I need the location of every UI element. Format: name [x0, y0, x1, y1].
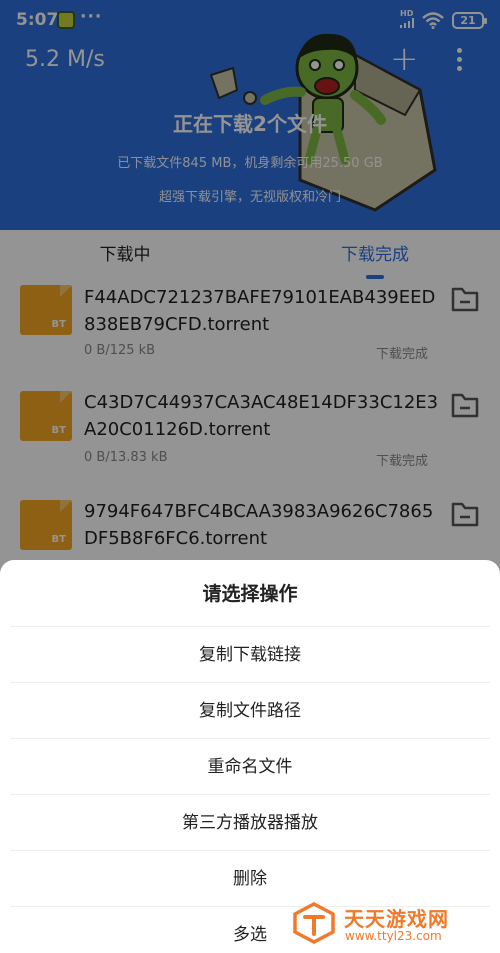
action-delete[interactable]: 删除	[10, 850, 490, 906]
action-copy-file-path[interactable]: 复制文件路径	[10, 682, 490, 738]
watermark: 天天游戏网 www.ttyl23.com	[292, 899, 492, 949]
action-sheet: 请选择操作 复制下载链接 复制文件路径 重命名文件 第三方播放器播放 删除 多选	[0, 560, 500, 953]
action-third-party-player[interactable]: 第三方播放器播放	[10, 794, 490, 850]
action-copy-download-link[interactable]: 复制下载链接	[10, 626, 490, 682]
watermark-name: 天天游戏网	[344, 907, 449, 931]
action-sheet-title: 请选择操作	[202, 583, 298, 605]
action-rename-file[interactable]: 重命名文件	[10, 738, 490, 794]
watermark-url: www.ttyl23.com	[345, 929, 442, 943]
watermark-logo-icon	[293, 902, 335, 944]
